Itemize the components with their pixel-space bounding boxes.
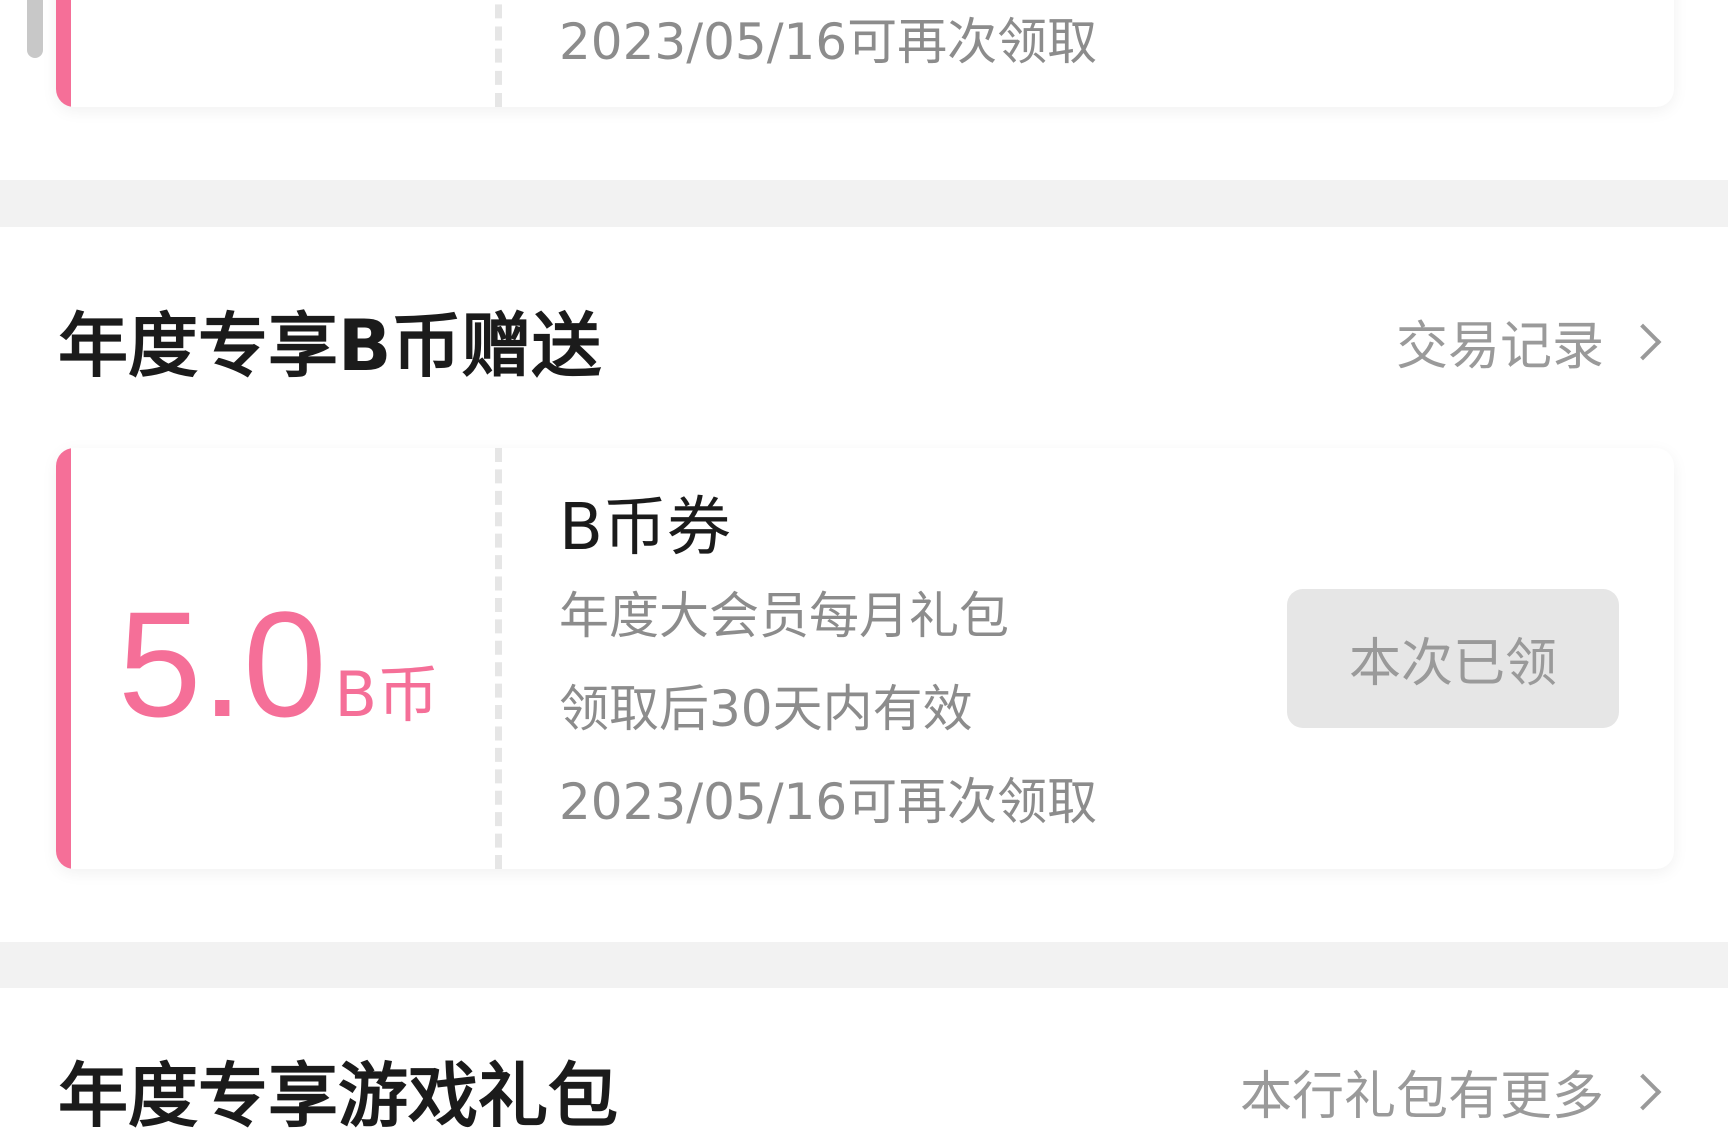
transaction-records-label: 交易记录	[1395, 317, 1604, 377]
coupon-description: 年度大会员每月礼包	[559, 587, 1009, 645]
scrollbar[interactable]	[27, 0, 43, 58]
card-dashed-divider	[495, 0, 502, 107]
more-gifts-label: 本行礼包有更多	[1239, 1067, 1604, 1127]
section-separator	[0, 180, 1728, 227]
card-dashed-divider	[495, 448, 502, 869]
previous-coupon-card: 2023/05/16可再次领取	[56, 0, 1674, 107]
card-accent-bar	[56, 0, 71, 107]
coupon-refresh-date: 2023/05/16可再次领取	[559, 773, 1098, 831]
section-title-bcoin: 年度专享B币赠送	[58, 305, 602, 387]
claimed-button[interactable]: 本次已领	[1287, 589, 1619, 728]
refresh-date-text: 2023/05/16可再次领取	[559, 13, 1098, 71]
section-title-game: 年度专享游戏礼包	[58, 1055, 618, 1137]
section-separator	[0, 942, 1728, 988]
bcoin-coupon-card: 5.0 B币 B币券 年度大会员每月礼包 领取后30天内有效 2023/05/1…	[56, 448, 1674, 869]
transaction-records-link[interactable]: 交易记录	[1395, 304, 1662, 379]
chevron-right-icon	[1624, 1073, 1662, 1110]
coupon-validity: 领取后30天内有效	[559, 680, 973, 738]
card-accent-bar	[56, 448, 71, 869]
coupon-amount-unit: B币	[334, 658, 440, 731]
more-gifts-link[interactable]: 本行礼包有更多	[1239, 1054, 1662, 1129]
coupon-amount: 5.0 B币	[118, 578, 439, 751]
coupon-title: B币券	[559, 491, 731, 565]
coupon-amount-value: 5.0	[118, 580, 327, 748]
chevron-right-icon	[1624, 323, 1662, 360]
